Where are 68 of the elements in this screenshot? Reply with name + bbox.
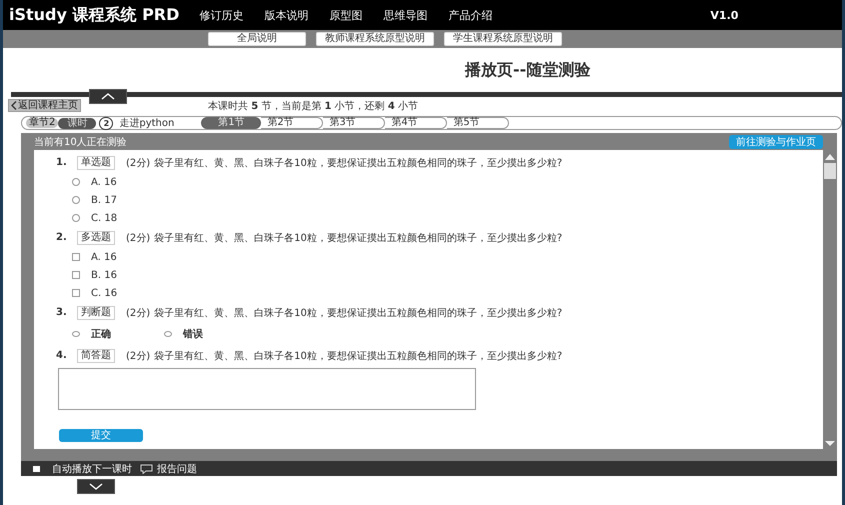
option-label: B. 16 — [91, 270, 117, 280]
option-label: A. 16 — [91, 252, 117, 262]
checkbox[interactable] — [72, 253, 80, 261]
option-label: A. 16 — [91, 176, 117, 188]
scroll-thumb[interactable] — [824, 163, 836, 179]
nav-link[interactable]: 修订历史 — [199, 8, 244, 22]
doc-button[interactable]: 全局说明 — [208, 32, 306, 46]
lesson-pill: 课时 — [58, 118, 96, 128]
nav-link[interactable]: 原型图 — [329, 8, 362, 22]
section-tab[interactable]: 第5节 — [447, 117, 510, 129]
section-tab[interactable]: 第3节 — [323, 117, 386, 129]
question-type-tag: 多选题 — [77, 230, 115, 244]
chevron-down-icon — [89, 483, 103, 490]
question-number: 1. — [56, 157, 68, 168]
option-label: 正确 — [91, 328, 111, 341]
autoplay-label: 自动播放下一课时 — [52, 462, 132, 476]
nav-link[interactable]: 思维导图 — [383, 8, 428, 22]
option-label: 错误 — [183, 328, 203, 341]
section-tab[interactable]: 第4节 — [385, 117, 448, 129]
autoplay-checkbox[interactable] — [33, 466, 40, 472]
question-number: 4. — [56, 350, 68, 361]
question-text: 袋子里有红、黄、黑、白珠子各10粒，要想保证摸出五粒颜色相同的珠子，至少摸出多少粒? — [154, 306, 562, 320]
answer-box[interactable] — [58, 368, 476, 410]
lesson-name: 走进python — [119, 116, 176, 130]
section-tab[interactable]: 第1节 — [201, 117, 262, 129]
question-type-tag: 单选题 — [77, 156, 115, 170]
radio-button[interactable] — [72, 196, 80, 204]
nav-link[interactable]: 产品介绍 — [448, 8, 492, 22]
chapter-label: 章节2 — [26, 118, 58, 128]
report-link[interactable]: 报告问题 — [157, 462, 197, 476]
question-score: (2分) — [126, 156, 150, 170]
app-title: iStudy 课程系统 PRD — [9, 4, 180, 26]
chevron-up-icon — [101, 93, 115, 100]
page-title: 播放页--随堂测验 — [464, 58, 592, 80]
radio-button[interactable] — [72, 331, 80, 337]
scroll-up-icon — [825, 154, 835, 160]
status-text: 当前有10人正在测验 — [34, 136, 127, 148]
doc-button[interactable]: 学生课程系统原型说明 — [444, 32, 562, 46]
chevron-left-icon — [11, 101, 17, 110]
option-label: C. 16 — [91, 288, 118, 298]
question-score: (2分) — [126, 306, 150, 320]
question-type-tag: 判断题 — [77, 306, 115, 320]
scroll-down-icon — [825, 441, 835, 446]
option-label: B. 17 — [91, 194, 117, 206]
back-button[interactable]: 返回课程主页 — [8, 99, 81, 112]
option-label: C. 18 — [91, 212, 118, 224]
lesson-number: 2 — [99, 116, 114, 130]
section-tab[interactable]: 第2节 — [261, 117, 324, 129]
chat-bubble-icon — [140, 464, 153, 474]
radio-button[interactable] — [72, 214, 80, 222]
checkbox[interactable] — [72, 289, 80, 297]
question-number: 2. — [56, 232, 68, 243]
question-text: 袋子里有红、黄、黑、白珠子各10粒，要想保证摸出五粒颜色相同的珠子，至少摸出多少粒? — [154, 232, 562, 244]
doc-button[interactable]: 教师课程系统原型说明 — [316, 32, 434, 46]
lesson-info: 本课时共 5 节，当前是第 1 小节，还剩 4 小节 — [208, 100, 418, 112]
question-score: (2分) — [126, 350, 150, 362]
radio-button[interactable] — [72, 178, 80, 186]
question-text: 袋子里有红、黄、黑、白珠子各10粒，要想保证摸出五粒颜色相同的珠子，至少摸出多少粒? — [154, 156, 562, 170]
question-type-tag: 简答题 — [77, 348, 115, 362]
checkbox[interactable] — [72, 271, 80, 279]
nav-link[interactable]: 版本说明 — [264, 8, 308, 22]
radio-button[interactable] — [164, 331, 172, 337]
collapse-tab[interactable] — [89, 89, 127, 104]
question-score: (2分) — [126, 232, 150, 244]
expand-tab[interactable] — [77, 479, 115, 494]
version-label: V1.0 — [710, 8, 738, 22]
question-number: 3. — [56, 307, 68, 318]
question-text: 袋子里有红、黄、黑、白珠子各10粒，要想保证摸出五粒颜色相同的珠子，至少摸出多少粒? — [154, 350, 562, 362]
